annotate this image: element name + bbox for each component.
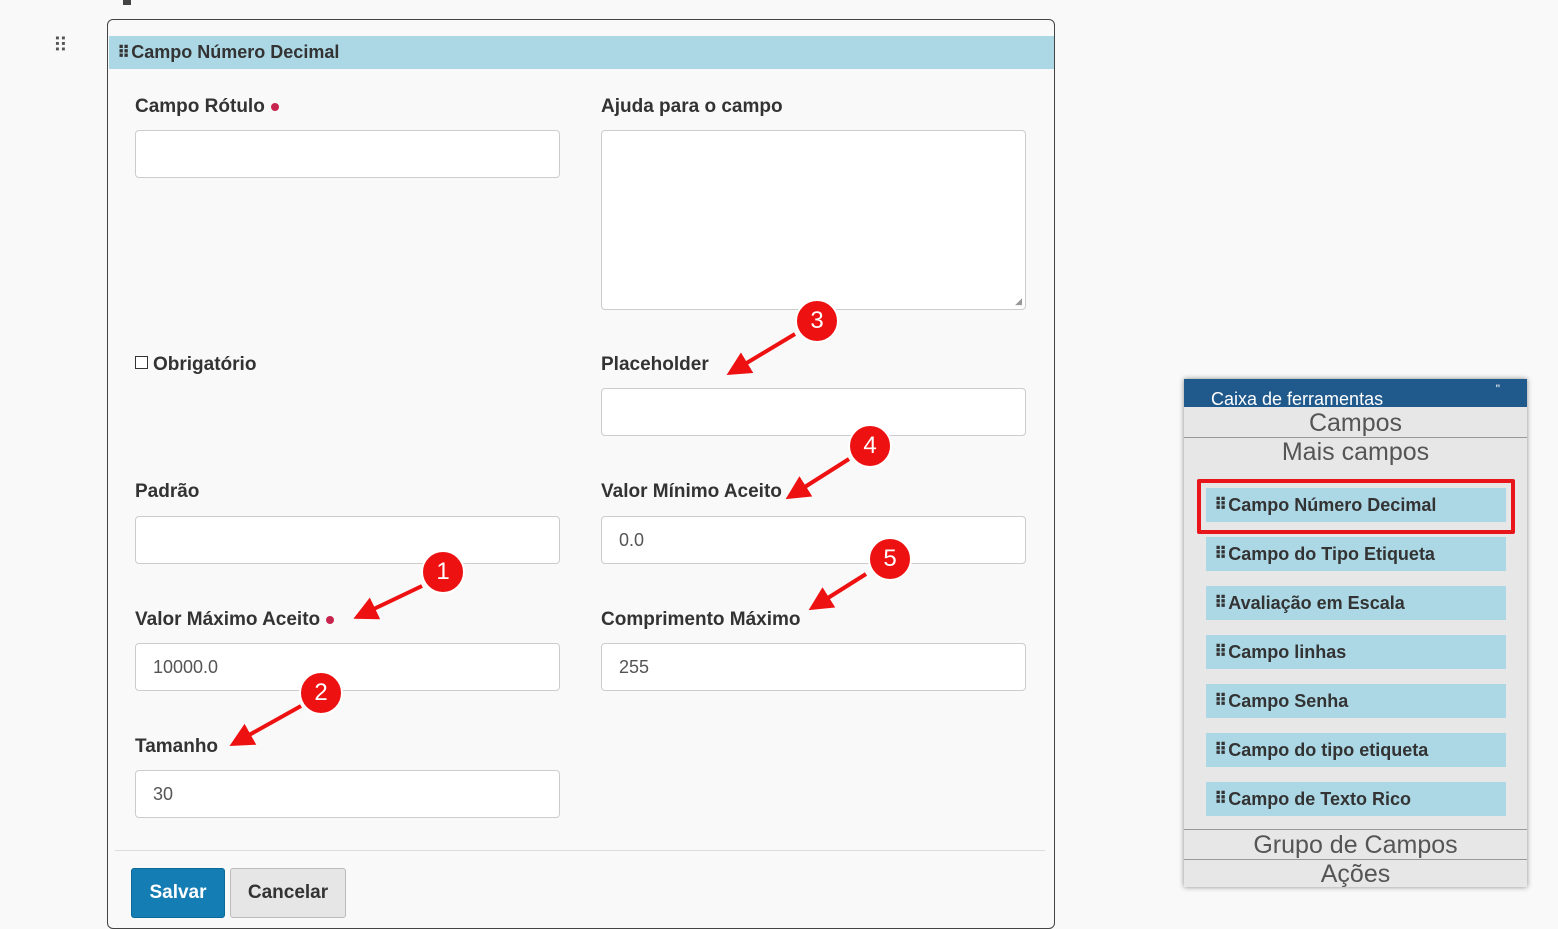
toolbox-toggle-icon[interactable]: " <box>1496 382 1500 396</box>
ajuda-textarea[interactable]: ◢ <box>601 130 1026 310</box>
toolbox-item-campo-texto-rico[interactable]: ⠿ Campo de Texto Rico <box>1206 782 1506 816</box>
drag-handle-icon[interactable]: ⠿ <box>53 36 68 56</box>
drag-handle-icon: ⠿ <box>1214 642 1227 661</box>
toolbox-item-campo-linhas[interactable]: ⠿ Campo linhas <box>1206 635 1506 669</box>
toolbox-section-mais-campos[interactable]: Mais campos <box>1184 438 1527 466</box>
annotation-badge-5: 5 <box>868 537 912 581</box>
valor-maximo-label: Valor Máximo Aceito <box>135 609 335 631</box>
annotation-badge-3: 3 <box>795 299 839 343</box>
form-title: Campo Número Decimal <box>131 42 340 62</box>
toolbox-divider <box>1184 829 1527 830</box>
tamanho-label: Tamanho <box>135 736 219 757</box>
comprimento-maximo-label: Comprimento Máximo <box>601 609 801 630</box>
resize-handle-icon[interactable]: ◢ <box>1015 296 1022 307</box>
divider <box>115 850 1045 851</box>
annotation-badge-1: 1 <box>421 550 465 594</box>
toolbox-title-bar[interactable]: Caixa de ferramentas " <box>1184 379 1527 409</box>
valor-minimo-label: Valor Mínimo Aceito <box>601 481 782 502</box>
ajuda-label: Ajuda para o campo <box>601 96 783 117</box>
annotation-badge-2: 2 <box>299 671 343 715</box>
toolbox-item-avaliacao-escala[interactable]: ⠿ Avaliação em Escala <box>1206 586 1506 620</box>
valor-minimo-input[interactable]: 0.0 <box>601 516 1026 564</box>
toolbox-item-campo-tipo-etiqueta-2[interactable]: ⠿ Campo do tipo etiqueta <box>1206 733 1506 767</box>
save-button[interactable]: Salvar <box>131 868 225 918</box>
comprimento-maximo-input[interactable]: 255 <box>601 643 1026 691</box>
annotation-badge-4: 4 <box>848 424 892 468</box>
valor-maximo-input[interactable]: 10000.0 <box>135 643 560 691</box>
drag-handle-icon: ⠿ <box>1214 740 1227 759</box>
placeholder-label: Placeholder <box>601 354 709 375</box>
toolbox-item-campo-senha[interactable]: ⠿ Campo Senha <box>1206 684 1506 718</box>
highlight-box <box>1197 479 1515 534</box>
page-title-fragment <box>123 0 131 5</box>
obrigatorio-checkbox[interactable] <box>135 356 148 370</box>
cancel-button[interactable]: Cancelar <box>230 868 346 918</box>
tamanho-input[interactable]: 30 <box>135 770 560 818</box>
form-header[interactable]: ⠿ Campo Número Decimal <box>109 36 1054 69</box>
toolbox-panel: Caixa de ferramentas " Campos Mais campo… <box>1184 379 1527 888</box>
drag-handle-icon: ⠿ <box>1214 789 1227 808</box>
placeholder-input[interactable] <box>601 388 1026 436</box>
padrao-label: Padrão <box>135 481 200 502</box>
drag-handle-icon[interactable]: ⠿ <box>117 43 130 63</box>
toolbox-title: Caixa de ferramentas <box>1211 389 1384 409</box>
drag-handle-icon: ⠿ <box>1214 593 1227 612</box>
drag-handle-icon: ⠿ <box>1214 544 1227 563</box>
required-indicator <box>270 102 279 111</box>
obrigatorio-checkbox-label[interactable]: Obrigatório <box>135 354 256 376</box>
campo-rotulo-input[interactable] <box>135 130 560 178</box>
toolbox-section-acoes[interactable]: Ações <box>1184 860 1527 888</box>
toolbox-section-campos[interactable]: Campos <box>1184 409 1527 437</box>
toolbox-item-campo-tipo-etiqueta[interactable]: ⠿ Campo do Tipo Etiqueta <box>1206 537 1506 571</box>
campo-rotulo-label: Campo Rótulo <box>135 96 279 118</box>
required-indicator <box>326 615 335 624</box>
padrao-input[interactable] <box>135 516 560 564</box>
toolbox-section-grupo-campos[interactable]: Grupo de Campos <box>1184 831 1527 859</box>
drag-handle-icon: ⠿ <box>1214 691 1227 710</box>
